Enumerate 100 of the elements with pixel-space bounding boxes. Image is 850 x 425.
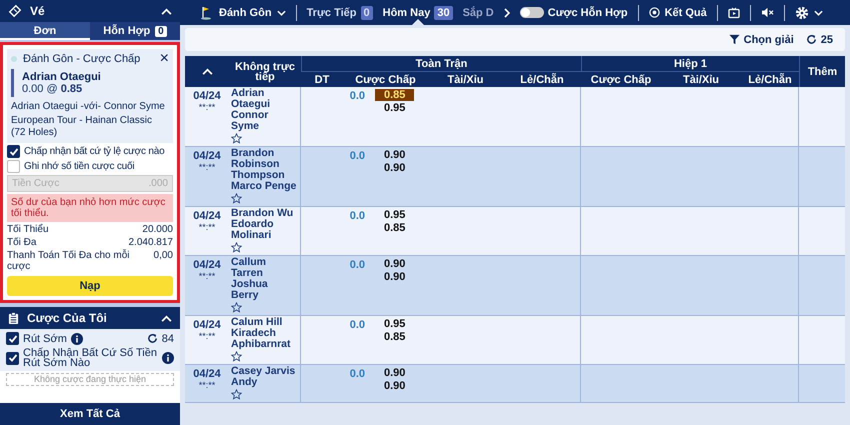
column-group-header: Toàn Trận [301,56,581,72]
checkbox-label: Chấp nhận bất cứ tỷ lệ cược nào [24,146,164,157]
checkbox-label: Rút Sớm [23,334,67,344]
match-time: **:** [198,222,216,232]
limit-value: 2.040.817 [128,237,173,248]
player-name: Kiradech Aphibarnrat [231,328,292,350]
odds-button[interactable]: 0.95 [375,318,414,330]
odds-button[interactable]: 0.95 [375,209,414,221]
filter-icon [728,34,740,45]
collapse-icon[interactable] [161,8,172,14]
odds-button[interactable]: 0.85 [375,331,414,343]
column-header: Tài/Xỉu [682,72,720,87]
star-icon[interactable] [231,242,242,253]
view-all-button[interactable]: Xem Tất Cả [0,403,180,425]
limit-value: 0,00 [154,250,173,263]
player-name: Marco Penge [231,181,296,192]
chevron-down-icon [276,10,286,16]
odds-button[interactable]: 0.95 [375,102,414,114]
refresh-count: 84 [162,332,174,344]
match-date: 04/24 [193,210,221,222]
player-name: Calum Hill [231,317,282,328]
match-date: 04/24 [193,259,221,271]
match-time: **:** [198,331,216,341]
odds-button[interactable]: 0.85 [375,222,414,234]
column-header: Lẻ/Chẵn [747,72,793,87]
column-header: Không trực tiếp [234,60,296,84]
handicap-value: 0.0 [348,150,365,164]
checkbox[interactable] [7,145,20,158]
star-icon[interactable] [231,193,242,204]
close-button[interactable]: × [160,53,169,65]
chevron-right-icon[interactable] [504,8,510,18]
count-badge: 0 [155,26,167,36]
ticket-title: Vé [30,4,46,18]
refresh-icon [806,34,817,45]
odds-button[interactable]: 0.90 [375,271,414,283]
league-name: European Tour - Hainan Classic (72 Holes) [11,115,154,139]
player-name: Adrian Otaegui [231,88,272,110]
error-message: Số dư của bạn nhỏ hơn mức cược tối thiểu. [7,194,173,222]
handicap-value: 0.0 [348,319,365,333]
golf-flag-icon [200,6,214,20]
odds-button[interactable]: 0.85 [375,89,414,101]
tv-icon[interactable] [728,6,740,18]
star-icon[interactable] [231,302,242,313]
odds-button[interactable]: 0.90 [375,367,414,379]
handicap-value: 0.0 [348,368,365,382]
target-icon [648,7,660,18]
match-time: **:** [198,271,216,281]
match-name: Adrian Otaegui -với- Connor Syme [11,101,166,113]
column-header: Cược Chấp [354,72,417,87]
bet-type-tab[interactable]: Đơn [0,22,90,40]
checkbox[interactable] [6,332,19,345]
chevron-down-icon [814,10,823,16]
bet-title: Đánh Gôn - Cược Chấp [23,53,142,65]
column-header: Tài/Xỉu [446,72,485,87]
match-time: **:** [198,380,216,390]
odds-button[interactable]: 0.90 [375,162,414,174]
refresh-icon[interactable] [146,333,158,344]
player-name: Joshua Berry [231,279,269,301]
handicap-value: 0.0 [348,210,365,224]
empty-bets-message: Không cược đang thực hiện [6,373,174,386]
toggle-label: Cược Hỗn Hợp [548,6,628,18]
checkbox[interactable] [7,160,20,173]
star-icon[interactable] [231,351,242,362]
handicap-value: 0.0 [348,90,365,104]
refresh-button[interactable]: 25 [806,34,833,46]
collapse-icon[interactable] [161,314,172,322]
mute-icon[interactable] [760,7,774,18]
settings-button[interactable] [794,6,823,20]
toggle-switch[interactable] [520,7,544,18]
star-icon[interactable] [231,133,242,144]
info-icon[interactable] [162,352,174,364]
sport-dropdown[interactable]: Đánh Gôn [200,6,286,20]
player-name: Andy [231,377,258,388]
odds-button[interactable]: 0.90 [375,258,414,270]
collapse-icon[interactable] [202,68,212,75]
match-time: **:** [198,102,216,112]
checkbox[interactable] [6,352,19,364]
match-date: 04/24 [193,368,221,380]
player-name: Connor Syme [231,110,268,132]
limit-label: Tối Đa [7,237,36,248]
handicap-value: 0.0 [348,259,365,273]
deposit-button[interactable]: Nạp [7,276,173,296]
bet-type-tab[interactable]: Hỗn Hợp 0 [90,22,180,40]
column-header: Lẻ/Chẵn [519,72,565,87]
star-icon[interactable] [231,389,242,400]
results-button[interactable]: Kết Quả [648,6,707,18]
odds-button[interactable]: 0.90 [375,149,414,161]
player-name: Brandon Robinson Thompson [231,148,286,181]
match-date: 04/24 [193,90,221,102]
selection-name: Adrian Otaegui [22,71,102,83]
column-header: Cược Chấp [590,72,652,87]
player-name: Callum Tarren [231,257,268,279]
bet-price: 0.00 @ 0.85 [22,83,84,95]
odds-button[interactable]: 0.90 [375,380,414,392]
date-tab[interactable]: Sắp D [462,0,494,25]
clipboard-icon [8,312,19,324]
league-filter-button[interactable]: Chọn giải [728,34,794,46]
status-dot-icon [11,56,17,62]
date-tab[interactable]: Trực Tiếp 0 [306,0,373,25]
info-icon[interactable] [70,332,83,344]
